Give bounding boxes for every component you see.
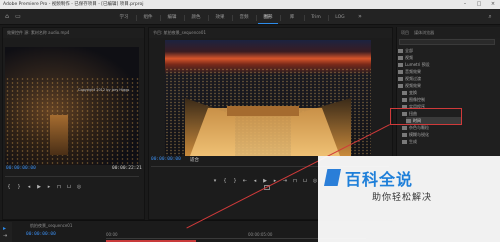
- mark-in-icon[interactable]: {: [222, 178, 228, 184]
- play-icon[interactable]: ▶: [262, 178, 268, 184]
- source-timecode[interactable]: 00:00:00:00: [6, 166, 36, 171]
- tab-trim[interactable]: Trim: [304, 13, 329, 23]
- source-video-frame: [5, 47, 139, 165]
- overwrite-icon[interactable]: ⊔: [66, 184, 72, 190]
- folder-icon[interactable]: ▭: [14, 13, 22, 21]
- source-transport: { } ◂ ▶ ▸ ⊓ ⊔ ◎: [6, 182, 82, 192]
- timeline-ruler-start: 00:00: [106, 232, 118, 237]
- home-icon[interactable]: ⌂: [3, 13, 11, 21]
- effects-folder-transform[interactable]: 变换: [402, 89, 417, 96]
- timeline-ruler-end: 00:00:05:00: [248, 232, 273, 237]
- effects-folder-noise-grain[interactable]: 杂色与颗粒: [402, 124, 429, 131]
- close-icon[interactable]: ×: [486, 0, 500, 9]
- effects-folder-audio-effects[interactable]: 音频效果: [398, 68, 421, 75]
- step-forward-icon[interactable]: ▸: [46, 184, 52, 190]
- play-icon[interactable]: ▶: [36, 184, 42, 190]
- mark-out-icon[interactable]: }: [232, 178, 238, 184]
- watermark-subtitle: 助你轻松解决: [372, 193, 433, 203]
- tab-learn[interactable]: 学习: [112, 13, 137, 23]
- tab-assembly[interactable]: 组件: [136, 13, 161, 23]
- step-back-icon[interactable]: ◂: [252, 178, 258, 184]
- source-duration: 00:00:22:21: [112, 166, 142, 171]
- track-select-icon[interactable]: ⇥: [3, 233, 7, 239]
- effects-folder-video-transitions[interactable]: 视频过渡: [398, 75, 421, 82]
- export-frame-icon[interactable]: ◎: [76, 184, 82, 190]
- tab-editing[interactable]: 编辑: [160, 13, 185, 23]
- insert-icon[interactable]: ⊓: [56, 184, 62, 190]
- program-monitor-header[interactable]: 节目: 航拍夜景_sequence01: [149, 28, 392, 38]
- effects-folder-generate[interactable]: 生成: [402, 138, 417, 145]
- mark-in-icon[interactable]: {: [6, 184, 12, 190]
- effects-folder-blur-sharpen[interactable]: 模糊与锐化: [402, 131, 429, 138]
- step-back-icon[interactable]: ◂: [26, 184, 32, 190]
- maximize-icon[interactable]: □: [472, 0, 486, 9]
- effects-panel-header: 项目 媒体浏览器: [397, 28, 500, 38]
- tab-media-browser[interactable]: 媒体浏览器: [414, 30, 434, 35]
- go-to-in-icon[interactable]: ⇤: [242, 178, 248, 184]
- extract-icon[interactable]: ⊔: [302, 178, 308, 184]
- add-marker-icon[interactable]: ▾: [212, 178, 218, 184]
- tab-libraries[interactable]: 库: [280, 13, 305, 23]
- window-title: Adobe Premiere Pro - 视频制作 - 已保存项目 - [已编辑…: [3, 2, 144, 7]
- window-titlebar: Adobe Premiere Pro - 视频制作 - 已保存项目 - [已编辑…: [0, 0, 500, 9]
- minimize-icon[interactable]: –: [458, 0, 472, 9]
- source-copyright-text: Copyright 2012 by Jory Higgs: [78, 88, 130, 92]
- lift-icon[interactable]: ⊓: [292, 178, 298, 184]
- highlight-box: [390, 108, 462, 125]
- tab-audio[interactable]: 音频: [232, 13, 257, 23]
- effects-folder-all[interactable]: 全部: [398, 47, 413, 54]
- tab-project[interactable]: 项目: [401, 30, 409, 35]
- timeline-tools: ▸ ⇥: [0, 222, 12, 242]
- effects-folder-video[interactable]: 视频: [398, 54, 413, 61]
- workspace-bar: ⌂ ▭ 学习 组件 编辑 颜色 效果 音频 图形 库 Trim LOG » ⌕: [0, 9, 500, 25]
- mark-out-icon[interactable]: }: [16, 184, 22, 190]
- effects-folder-video-effects[interactable]: 视频效果: [398, 82, 421, 89]
- watermark-title: 百科全说: [345, 170, 414, 189]
- search-icon[interactable]: ⌕: [486, 13, 494, 21]
- source-monitor-header[interactable]: 效果控件 源: 素材名称 audio.mp4: [3, 28, 144, 38]
- effects-folder-image-control[interactable]: 图像控制: [402, 96, 425, 103]
- tab-effects[interactable]: 效果: [208, 13, 233, 23]
- effects-folder-lumetri[interactable]: Lumetri 预设: [398, 61, 430, 68]
- fit-dropdown[interactable]: 适合: [190, 157, 199, 163]
- timeline-header[interactable]: 航拍夜景_sequence01: [26, 221, 146, 231]
- tab-graphics[interactable]: 图形: [256, 13, 281, 24]
- program-timecode[interactable]: 00:00:00:00: [151, 157, 181, 162]
- source-scrubber[interactable]: [5, 176, 139, 177]
- timeline-timecode[interactable]: 00:00:00:00: [26, 232, 56, 237]
- program-video-frame: [165, 40, 371, 156]
- more-workspaces-icon[interactable]: »: [356, 13, 364, 21]
- selection-tool-icon[interactable]: ▸: [3, 225, 6, 232]
- effects-search-input[interactable]: [399, 39, 495, 45]
- tab-color[interactable]: 颜色: [184, 13, 209, 23]
- tab-log[interactable]: LOG: [328, 13, 352, 23]
